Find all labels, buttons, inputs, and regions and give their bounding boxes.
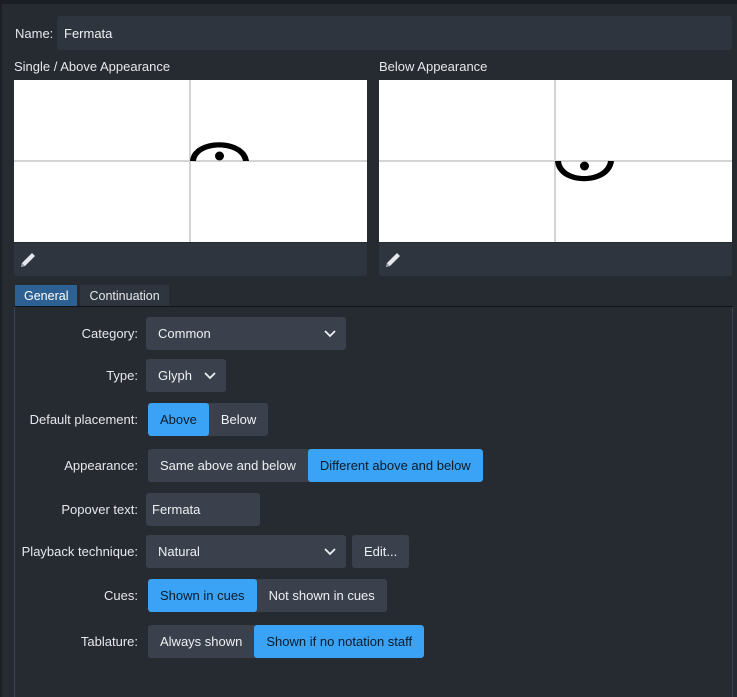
cues-not-shown-option[interactable]: Not shown in cues: [257, 579, 387, 612]
category-value: Common: [158, 326, 211, 341]
above-edit-strip: [14, 243, 367, 276]
popover-text-input[interactable]: Fermata: [146, 493, 260, 526]
pencil-icon[interactable]: [18, 250, 38, 270]
cues-toggle: Shown in cues Not shown in cues: [148, 579, 387, 612]
below-edit-strip: [379, 243, 732, 276]
below-appearance-label: Below Appearance: [379, 59, 488, 74]
tab-continuation[interactable]: Continuation: [80, 285, 169, 306]
category-dropdown[interactable]: Common: [146, 317, 346, 350]
tablature-always-option[interactable]: Always shown: [148, 625, 254, 658]
tablature-toggle: Always shown Shown if no notation staff: [148, 625, 425, 658]
playback-technique-value: Natural: [158, 544, 200, 559]
above-appearance-label: Single / Above Appearance: [14, 59, 171, 74]
chevron-down-icon: [324, 317, 336, 350]
cues-label: Cues:: [104, 588, 138, 603]
appearance-same-option[interactable]: Same above and below: [148, 449, 308, 482]
placement-above-option[interactable]: Above: [148, 403, 209, 436]
fermata-below-glyph: [555, 161, 614, 182]
playback-technique-dropdown[interactable]: Natural: [146, 535, 346, 568]
fermata-above-glyph: [190, 142, 249, 161]
panel-divider: [14, 306, 733, 307]
chevron-down-icon: [204, 359, 216, 392]
appearance-toggle: Same above and below Different above and…: [148, 449, 483, 482]
category-label: Category:: [81, 326, 138, 341]
chevron-down-icon: [324, 535, 336, 568]
default-placement-label: Default placement:: [29, 412, 138, 427]
appearance-different-option[interactable]: Different above and below: [307, 449, 483, 482]
tab-general[interactable]: General: [15, 285, 78, 306]
playback-technique-label: Playback technique:: [21, 544, 138, 559]
tab-bar: General Continuation: [15, 285, 172, 307]
placement-below-option[interactable]: Below: [209, 403, 268, 436]
above-appearance-preview: [14, 80, 367, 242]
below-appearance-preview: [379, 80, 732, 242]
tablature-label: Tablature:: [80, 634, 138, 649]
type-dropdown[interactable]: Glyph: [146, 359, 226, 392]
default-placement-toggle: Above Below: [148, 403, 269, 436]
name-input[interactable]: Fermata: [57, 16, 732, 50]
popover-text-label: Popover text:: [61, 502, 138, 517]
appearance-label: Appearance:: [64, 458, 138, 473]
playback-edit-button[interactable]: Edit...: [352, 535, 410, 568]
tablature-if-no-staff-option[interactable]: Shown if no notation staff: [254, 625, 425, 658]
name-label: Name:: [15, 26, 54, 41]
type-value: Glyph: [158, 368, 192, 383]
pencil-icon[interactable]: [383, 250, 403, 270]
cues-shown-option[interactable]: Shown in cues: [148, 579, 257, 612]
type-label: Type:: [106, 368, 138, 383]
